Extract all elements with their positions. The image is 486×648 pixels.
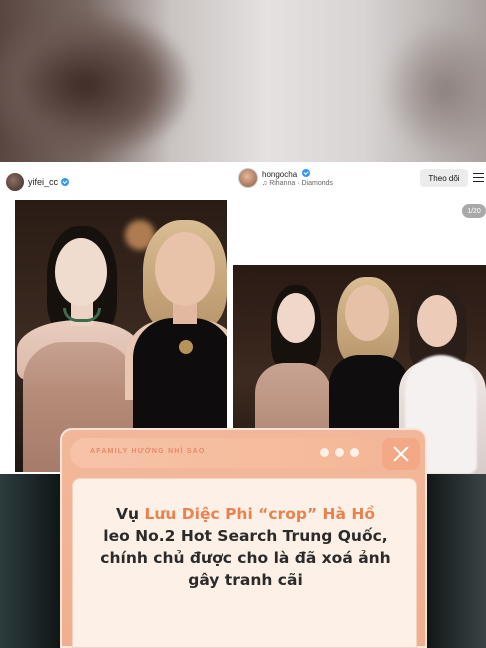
headline-highlight: Lưu Diệc Phi “crop” Hà Hồ: [144, 505, 375, 523]
left-post-header[interactable]: yifei_cc: [6, 170, 70, 194]
person-face: [417, 295, 457, 347]
avatar[interactable]: [6, 173, 24, 191]
right-post-username[interactable]: hongocha: [262, 170, 297, 179]
headline-line-1: Vụ Lưu Diệc Phi “crop” Hà Hồ: [73, 503, 418, 525]
close-button[interactable]: [382, 438, 420, 470]
blur-shape: [380, 20, 486, 160]
window-dots: [320, 448, 359, 457]
dot-icon: [320, 448, 329, 457]
blurred-background-top: [0, 0, 486, 162]
person-face: [345, 285, 389, 341]
headline: Vụ Lưu Diệc Phi “crop” Hà Hồ leo No.2 Ho…: [73, 503, 418, 591]
source-label: AFAMILY HƯỚNG NHÌ SAO: [90, 448, 206, 455]
music-label[interactable]: ♫ Rihanna · Diamonds: [262, 180, 333, 187]
background-edge: [426, 474, 486, 648]
dot-icon: [335, 448, 344, 457]
headline-line-4: gây tranh cãi: [188, 571, 303, 589]
news-card: AFAMILY HƯỚNG NHÌ SAO Vụ Lưu Diệc Phi “c…: [60, 428, 427, 648]
background-edge: [0, 474, 60, 648]
photo-counter-badge: 1/20: [462, 204, 486, 218]
close-icon: [393, 446, 409, 462]
left-post-username[interactable]: yifei_cc: [28, 177, 58, 187]
dot-icon: [350, 448, 359, 457]
follow-button[interactable]: Theo dõi: [420, 169, 468, 187]
person-face: [55, 238, 107, 306]
right-post-user-text: hongocha ♫ Rihanna · Diamonds: [262, 169, 333, 187]
headline-prefix: Vụ: [116, 505, 145, 523]
person-face: [155, 232, 215, 306]
headline-line-3: chính chủ được cho là đã xoá ảnh: [100, 549, 391, 567]
avatar[interactable]: [238, 168, 258, 188]
card-title-bar: AFAMILY HƯỚNG NHÌ SAO: [70, 438, 376, 468]
headline-line-2: leo No.2 Hot Search Trung Quốc,: [103, 527, 388, 545]
menu-icon[interactable]: [473, 173, 484, 182]
right-post-header[interactable]: hongocha ♫ Rihanna · Diamonds: [238, 168, 333, 188]
verified-badge-icon: [302, 169, 311, 178]
blur-shape: [0, 10, 190, 160]
person-face: [277, 293, 315, 343]
right-post-username-row[interactable]: hongocha: [262, 169, 333, 179]
verified-badge-icon: [61, 178, 70, 186]
pendant: [179, 340, 193, 354]
card-content: Vụ Lưu Diệc Phi “crop” Hà Hồ leo No.2 Ho…: [72, 478, 417, 648]
